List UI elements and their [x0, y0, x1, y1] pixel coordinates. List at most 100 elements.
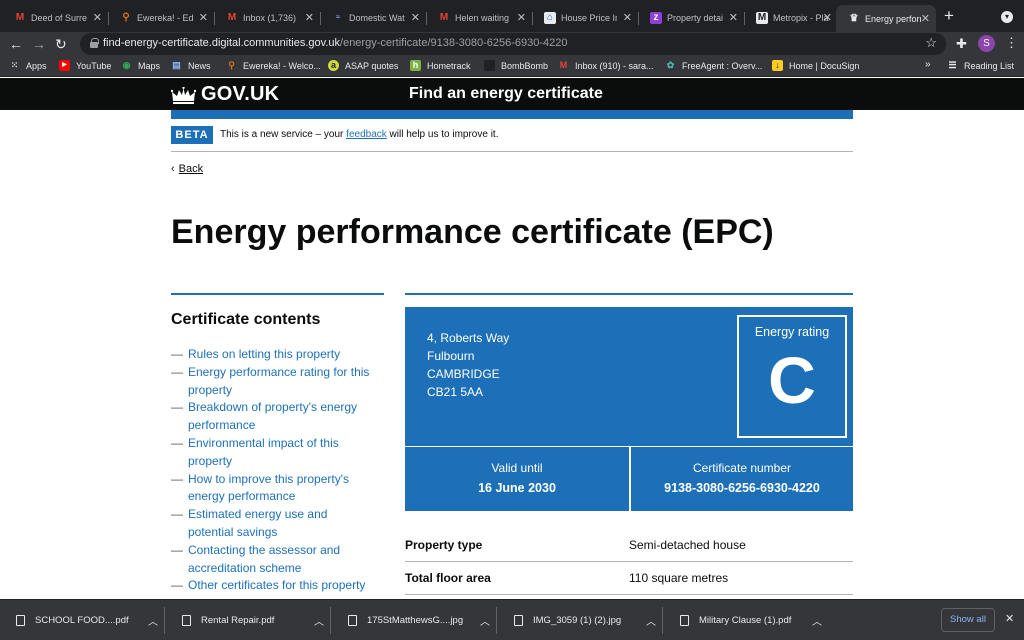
close-tab-icon[interactable]: ✕: [729, 11, 738, 24]
bookmark-youtube[interactable]: ▶ YouTube: [59, 60, 111, 71]
tab-house-price-index[interactable]: ⌂ House Price Index ✕: [532, 6, 639, 30]
download-item[interactable]: SCHOOL FOOD....pdf ︿: [0, 600, 165, 640]
contents-link-energy-rating[interactable]: Energy performance rating for this prope…: [188, 364, 373, 400]
tab-domestic-water[interactable]: ≈ Domestic Water ✕: [320, 6, 427, 30]
beta-tag: BETA: [171, 126, 213, 144]
youtube-icon: ▶: [59, 60, 70, 71]
contents-link-environmental-impact[interactable]: Environmental impact of this property: [188, 435, 373, 471]
download-filename: SCHOOL FOOD....pdf: [35, 615, 129, 626]
close-tab-icon[interactable]: ✕: [823, 11, 832, 24]
certificate-contents-nav: Certificate contents — Rules on letting t…: [171, 293, 384, 595]
show-all-downloads-button[interactable]: Show all: [941, 608, 995, 632]
govuk-logo[interactable]: GOV.UK: [201, 83, 279, 106]
tab-ewereka-edit[interactable]: ⚲ Ewereka! - Edit ✕: [108, 6, 215, 30]
bookmark-docusign[interactable]: ↓ Home | DocuSign: [772, 60, 859, 71]
bookmark-freeagent[interactable]: ✿ FreeAgent : Overv...: [665, 60, 763, 71]
back-link-label: Back: [178, 163, 204, 175]
tab-property-details[interactable]: z Property details ✕: [638, 6, 745, 30]
dash-icon: —: [171, 542, 183, 557]
close-tab-icon[interactable]: ✕: [93, 11, 102, 24]
bookmark-star-icon[interactable]: ☆: [925, 35, 937, 51]
bookmark-label: ASAP quotes: [345, 60, 399, 71]
address-bar[interactable]: find-energy-certificate.digital.communit…: [80, 33, 946, 55]
reading-list-label: Reading List: [964, 60, 1015, 71]
chevron-up-icon[interactable]: ︿: [148, 613, 158, 628]
browser-menu-icon[interactable]: ⋮: [1005, 35, 1018, 51]
phase-banner-text: This is a new service – your feedback wi…: [220, 129, 498, 140]
close-tab-icon[interactable]: ✕: [305, 11, 314, 24]
header-blue-bar: [171, 110, 853, 119]
govuk-crown-icon: [171, 87, 196, 104]
chevron-up-icon[interactable]: ︿: [314, 613, 324, 628]
page-title: Energy performance certificate (EPC): [171, 213, 774, 251]
bookmark-ewereka[interactable]: ⚲ Ewereka! - Welco...: [226, 60, 321, 71]
bookmark-asap-quotes[interactable]: a ASAP quotes: [328, 60, 398, 71]
bookmark-apps[interactable]: ⁙ Apps: [9, 60, 47, 71]
bookmark-news[interactable]: ▤ News: [171, 60, 210, 71]
dash-icon: —: [171, 578, 183, 593]
metropix-icon: M: [756, 12, 768, 24]
contents-item: — Contacting the assessor and accreditati…: [171, 542, 384, 578]
download-item[interactable]: Rental Repair.pdf ︿: [166, 600, 331, 640]
tab-label: Deed of Surrender: [31, 13, 87, 23]
close-tab-icon[interactable]: ✕: [411, 11, 420, 24]
tab-energy-performance[interactable]: ♛ Energy performance ✕: [836, 5, 936, 32]
certificate-number-value: 9138-3080-6256-6930-4220: [664, 481, 820, 495]
contents-link-contacting-assessor[interactable]: Contacting the assessor and accreditatio…: [188, 542, 373, 578]
bookmark-hometrack[interactable]: h Hometrack: [410, 60, 471, 71]
certificate-number-cell: Certificate number 9138-3080-6256-6930-4…: [631, 447, 853, 511]
download-item[interactable]: Military Clause (1).pdf ︿: [664, 600, 829, 640]
profile-avatar[interactable]: S: [978, 35, 995, 52]
contents-link-rules-on-letting[interactable]: Rules on letting this property: [188, 346, 373, 364]
extensions-puzzle-icon[interactable]: ✚: [956, 36, 967, 52]
contents-link-estimated-energy-use[interactable]: Estimated energy use and potential savin…: [188, 506, 373, 542]
close-tab-icon[interactable]: ✕: [517, 11, 526, 24]
zoopla-icon: z: [650, 12, 662, 24]
close-tab-icon[interactable]: ✕: [921, 12, 930, 25]
back-arrow-icon[interactable]: ←: [9, 35, 23, 53]
file-icon: [348, 615, 357, 626]
bookmark-maps[interactable]: ◉ Maps: [121, 60, 160, 71]
contents-list: — Rules on letting this property — Energy …: [171, 346, 384, 595]
download-item[interactable]: 175StMatthewsG....jpg ︿: [332, 600, 497, 640]
reload-icon[interactable]: ↻: [55, 35, 67, 53]
chevron-up-icon[interactable]: ︿: [480, 613, 490, 628]
contents-item: — Environmental impact of this property: [171, 435, 384, 471]
tab-metropix[interactable]: M Metropix - Plan ✕: [744, 6, 838, 30]
address-line-1: 4, Roberts Way: [427, 331, 510, 345]
energy-rating-box: Energy rating C: [737, 315, 847, 438]
forward-arrow-icon[interactable]: →: [32, 35, 46, 53]
close-tab-icon[interactable]: ✕: [623, 11, 632, 24]
reading-list-button[interactable]: ☰ Reading List: [947, 60, 1014, 71]
chevron-up-icon[interactable]: ︿: [646, 613, 656, 628]
summary-key: Property type: [405, 538, 483, 552]
contents-link-breakdown[interactable]: Breakdown of property's energy performan…: [188, 399, 373, 435]
chevron-up-icon[interactable]: ︿: [812, 613, 822, 628]
contents-link-how-to-improve[interactable]: How to improve this property's energy pe…: [188, 471, 373, 507]
close-downloads-icon[interactable]: ✕: [1005, 612, 1014, 625]
tab-search-icon[interactable]: ▾: [1001, 11, 1013, 23]
tab-inbox[interactable]: M Inbox (1,736) ✕: [214, 6, 321, 30]
bookmarks-overflow-icon[interactable]: »: [925, 59, 931, 70]
tab-helen-waiting[interactable]: M Helen waiting ✕: [426, 6, 533, 30]
bookmark-bombbomb[interactable]: ● BombBomb: [484, 60, 548, 71]
download-filename: IMG_3059 (1) (2).jpg: [533, 615, 622, 626]
download-separator: [164, 607, 165, 634]
valid-until-label: Valid until: [491, 461, 543, 475]
feedback-link[interactable]: feedback: [346, 129, 387, 140]
download-filename: 175StMatthewsG....jpg: [367, 615, 464, 626]
close-tab-icon[interactable]: ✕: [199, 11, 208, 24]
download-item[interactable]: IMG_3059 (1) (2).jpg ︿: [498, 600, 663, 640]
bookmark-inbox[interactable]: M Inbox (910) - sara...: [558, 60, 654, 71]
service-name-link[interactable]: Find an energy certificate: [409, 85, 603, 103]
gmail-icon: M: [559, 60, 568, 70]
tab-deed-of-surrender[interactable]: M Deed of Surrender ✕: [2, 6, 109, 30]
summary-value: Semi-detached house: [629, 538, 746, 552]
dash-icon: —: [171, 507, 183, 522]
gmail-icon: M: [15, 12, 25, 23]
download-filename: Military Clause (1).pdf: [699, 615, 792, 626]
news-icon: ▤: [172, 60, 181, 70]
back-link[interactable]: ‹ Back: [171, 163, 203, 175]
contents-link-other-certificates[interactable]: Other certificates for this property: [188, 577, 373, 595]
new-tab-icon[interactable]: +: [944, 7, 954, 24]
